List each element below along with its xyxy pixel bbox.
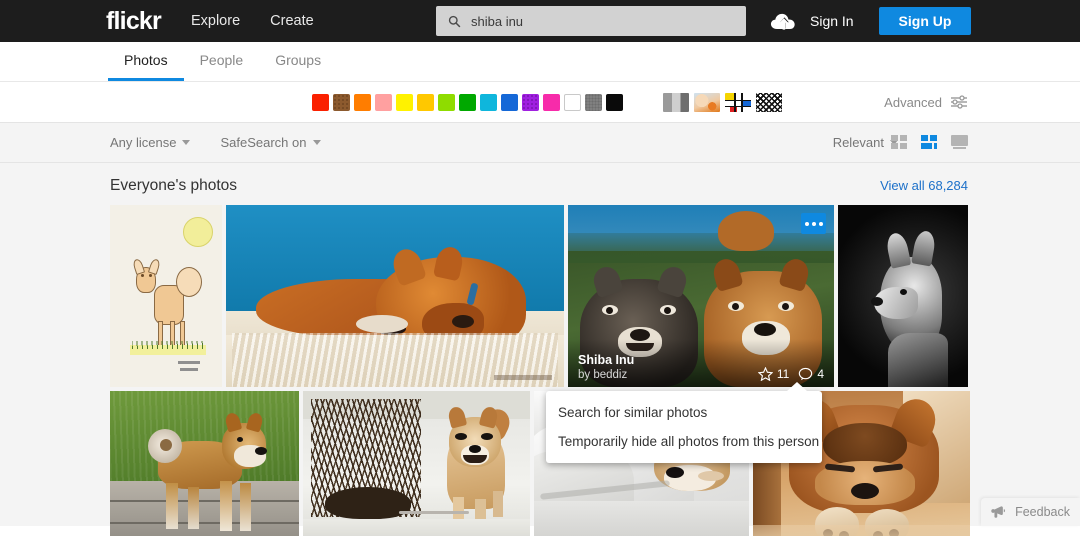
photo-title[interactable]: Shiba Inu xyxy=(578,353,634,367)
sign-in-link[interactable]: Sign In xyxy=(810,13,854,29)
photo-shiba-sketch-drawing[interactable] xyxy=(110,205,222,387)
star-icon[interactable] xyxy=(757,367,773,381)
swatch-magenta[interactable] xyxy=(543,93,560,111)
page-title: Everyone's photos xyxy=(110,177,238,194)
search-input[interactable] xyxy=(471,13,721,29)
tab-groups[interactable]: Groups xyxy=(259,52,337,81)
swatch-pink[interactable] xyxy=(375,93,392,111)
photo-options-button[interactable] xyxy=(801,213,826,234)
slideshow-view-icon[interactable] xyxy=(951,135,968,150)
style-shallow-depth-of-field-thumb[interactable] xyxy=(694,92,720,112)
swatch-purple[interactable] xyxy=(522,93,539,111)
search-tabs: Photos People Groups xyxy=(0,42,1080,82)
advanced-label: Advanced xyxy=(884,94,942,110)
dot xyxy=(811,221,816,226)
nav-explore[interactable]: Explore xyxy=(191,14,240,29)
swatch-blue[interactable] xyxy=(501,93,518,111)
photo-shiba-running-in-snow[interactable] xyxy=(303,391,531,536)
dot xyxy=(818,221,823,226)
results-filter-bar: Any license SafeSearch on Relevant xyxy=(0,123,1080,163)
photo-author[interactable]: by beddiz xyxy=(578,369,627,381)
dot xyxy=(804,221,809,226)
swatch-red[interactable] xyxy=(312,93,329,111)
section-header: Everyone's photos View all 68,284 xyxy=(0,163,1080,205)
color-swatch-list xyxy=(312,93,627,111)
fave-count: 11 xyxy=(776,367,790,381)
site-header: flickr Explore Create Sign In Sign Up xyxy=(0,0,1080,42)
menu-item-hide-person[interactable]: Temporarily hide all photos from this pe… xyxy=(546,427,822,456)
color-filter-bar: Advanced xyxy=(0,82,1080,123)
sign-up-button[interactable]: Sign Up xyxy=(879,7,971,35)
style-black-and-white-thumb[interactable] xyxy=(663,92,689,112)
results-content: Everyone's photos View all 68,284 Shiba … xyxy=(0,163,1080,536)
menu-item-search-similar[interactable]: Search for similar photos xyxy=(546,398,822,427)
megaphone-icon xyxy=(991,506,1006,518)
photo-row xyxy=(110,391,970,536)
photo-shiba-on-deck-grass[interactable] xyxy=(110,391,300,536)
swatch-yellow[interactable] xyxy=(396,93,413,111)
advanced-search-toggle[interactable]: Advanced xyxy=(884,95,968,110)
swatch-cyan[interactable] xyxy=(480,93,497,111)
search-icon xyxy=(448,15,461,27)
view-mode-switcher xyxy=(878,135,968,150)
swatch-brown[interactable] xyxy=(333,93,350,111)
swatch-green[interactable] xyxy=(459,93,476,111)
swatch-orange[interactable] xyxy=(354,93,371,111)
tab-people[interactable]: People xyxy=(184,52,260,81)
popup-arrow xyxy=(787,382,807,391)
search-box[interactable] xyxy=(436,6,746,36)
grid-view-icon[interactable] xyxy=(891,135,908,150)
style-minimalist-thumb[interactable] xyxy=(725,92,751,112)
swatch-gray[interactable] xyxy=(585,93,602,111)
feedback-button[interactable]: Feedback xyxy=(981,498,1080,526)
safesearch-dropdown[interactable]: SafeSearch on xyxy=(220,135,321,150)
flickr-logo[interactable]: flickr xyxy=(106,8,162,34)
photo-black-and-white-shiba-profile[interactable] xyxy=(838,205,968,387)
photo-row: Shiba Inu by beddiz 11 4 xyxy=(110,205,970,387)
photo-stats: 11 4 xyxy=(757,367,824,381)
tab-photos[interactable]: Photos xyxy=(108,52,184,81)
nav-create[interactable]: Create xyxy=(270,14,314,29)
photo-context-menu: Search for similar photos Temporarily hi… xyxy=(546,382,822,463)
swatch-black[interactable] xyxy=(606,93,623,111)
chevron-down-icon xyxy=(182,140,191,145)
sort-label: Relevant xyxy=(832,135,884,150)
swatch-gold[interactable] xyxy=(417,93,434,111)
justified-view-icon[interactable] xyxy=(921,135,938,150)
photo-grid: Shiba Inu by beddiz 11 4 xyxy=(0,205,1080,536)
photo-two-shibas-outdoors[interactable]: Shiba Inu by beddiz 11 4 xyxy=(568,205,834,387)
safesearch-label: SafeSearch on xyxy=(220,135,307,150)
swatch-lime[interactable] xyxy=(438,93,455,111)
style-filter-list xyxy=(663,92,787,112)
sliders-icon xyxy=(951,95,967,109)
comment-icon[interactable] xyxy=(798,367,813,381)
swatch-white[interactable] xyxy=(564,93,581,111)
view-all-link[interactable]: View all 68,284 xyxy=(880,178,968,193)
feedback-label: Feedback xyxy=(1015,505,1070,519)
license-label: Any license xyxy=(110,135,177,150)
cloud-upload-icon[interactable] xyxy=(770,11,798,31)
style-patterns-thumb[interactable] xyxy=(756,92,782,112)
photo-sleeping-shiba-blue-backdrop[interactable] xyxy=(226,205,564,387)
chevron-down-icon xyxy=(312,140,321,145)
comment-count: 4 xyxy=(817,367,824,381)
license-dropdown[interactable]: Any license xyxy=(110,135,191,150)
photo-overlay: Shiba Inu by beddiz 11 4 xyxy=(568,339,834,387)
